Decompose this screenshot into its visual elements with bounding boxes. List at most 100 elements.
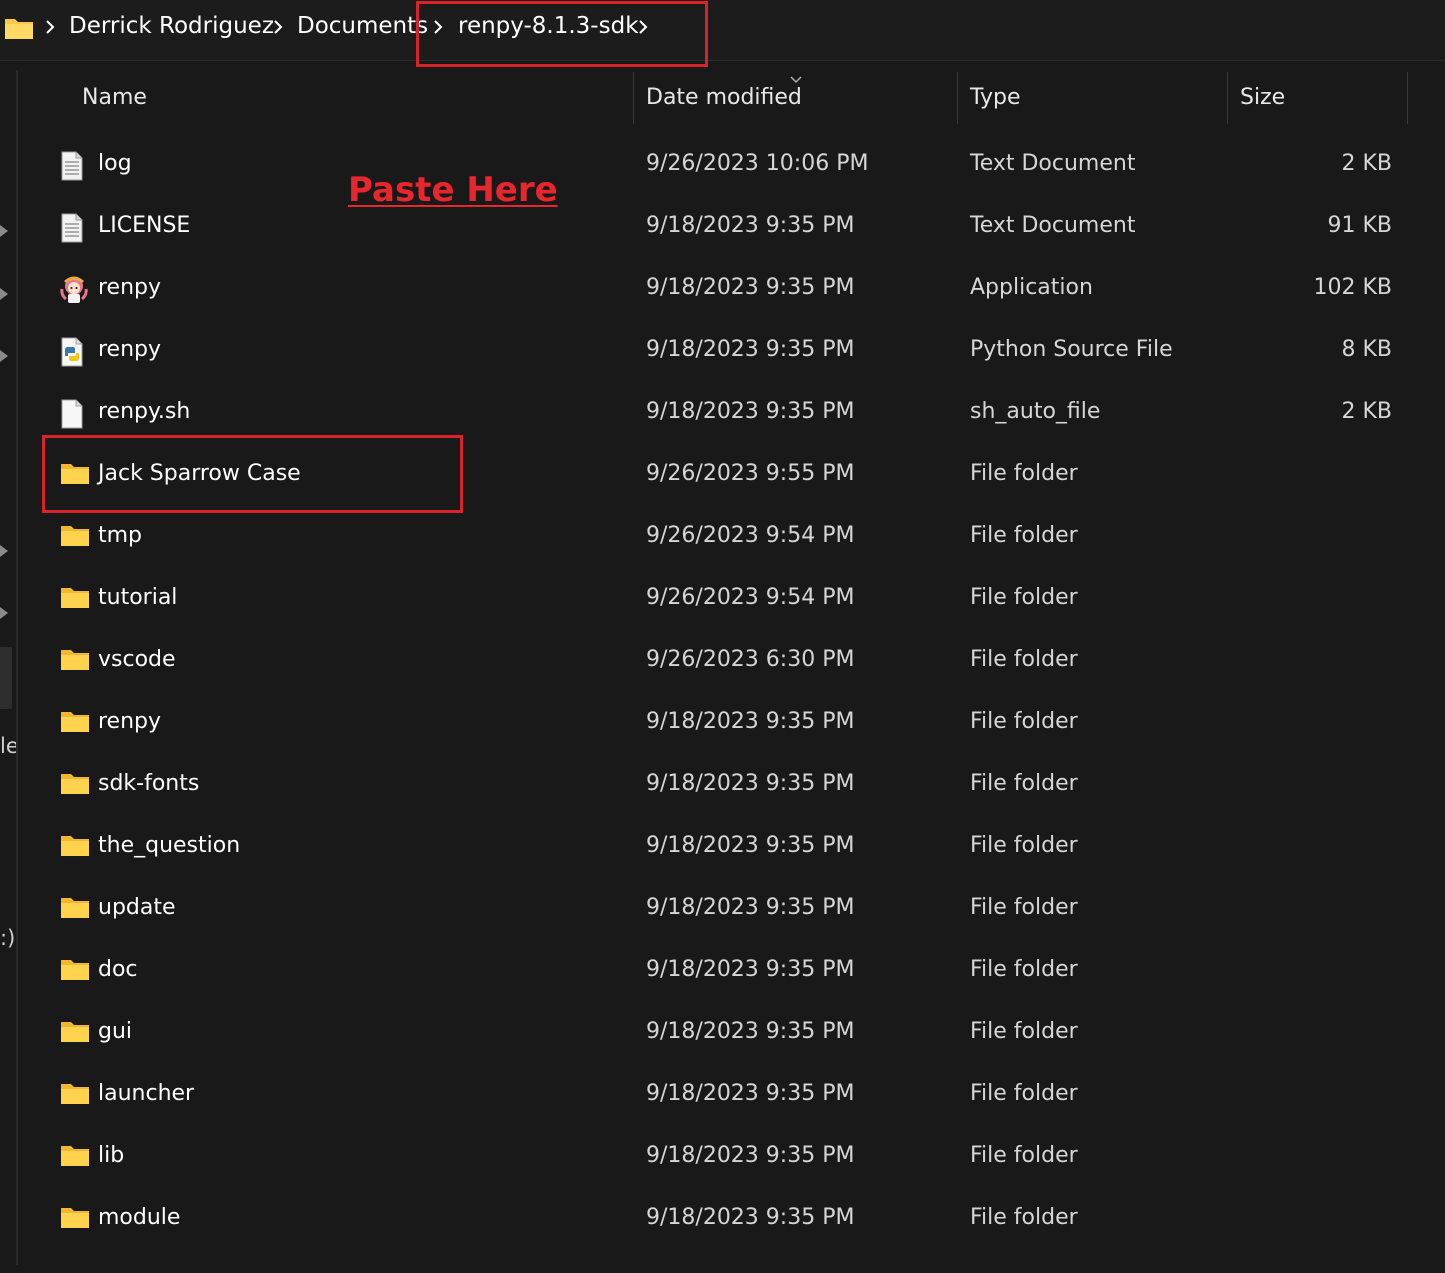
file-row[interactable]: tmp 9/26/2023 9:54 PM File folder bbox=[40, 508, 1410, 570]
file-type: Text Document bbox=[970, 213, 1136, 238]
file-row[interactable]: vscode 9/26/2023 6:30 PM File folder bbox=[40, 632, 1410, 694]
file-size: 91 KB bbox=[1327, 213, 1392, 238]
column-divider[interactable] bbox=[957, 72, 958, 124]
file-row[interactable]: gui 9/18/2023 9:35 PM File folder bbox=[40, 1004, 1410, 1066]
file-row[interactable]: renpy.sh 9/18/2023 9:35 PM sh_auto_file 2 K… bbox=[40, 384, 1410, 446]
file-date-modified: 9/18/2023 9:35 PM bbox=[646, 275, 855, 300]
chevron-right-icon[interactable] bbox=[637, 19, 649, 39]
pane-divider[interactable] bbox=[16, 70, 18, 1265]
python-file-icon bbox=[60, 337, 88, 367]
file-row[interactable]: Jack Sparrow Case 9/26/2023 9:55 PM File f… bbox=[40, 446, 1410, 508]
file-size: 8 KB bbox=[1341, 337, 1392, 362]
paste-here-annotation: Paste Here bbox=[348, 170, 558, 210]
file-size: 102 KB bbox=[1313, 275, 1392, 300]
file-row[interactable]: tutorial 9/26/2023 9:54 PM File folder bbox=[40, 570, 1410, 632]
breadcrumb-item-documents[interactable]: Documents bbox=[297, 13, 428, 39]
file-row[interactable]: the_question 9/18/2023 9:35 PM File folder bbox=[40, 818, 1410, 880]
file-date-modified: 9/18/2023 9:35 PM bbox=[646, 709, 855, 734]
file-type: File folder bbox=[970, 647, 1078, 672]
expand-arrow-icon[interactable] bbox=[0, 350, 8, 362]
file-date-modified: 9/26/2023 9:54 PM bbox=[646, 585, 855, 610]
file-date-modified: 9/18/2023 9:35 PM bbox=[646, 957, 855, 982]
chevron-right-icon[interactable] bbox=[432, 19, 444, 39]
folder-icon bbox=[60, 957, 89, 985]
file-type: File folder bbox=[970, 1205, 1078, 1230]
folder-icon bbox=[60, 647, 89, 675]
column-header-size[interactable]: Size bbox=[1240, 85, 1285, 110]
address-bar[interactable]: Derrick Rodriguez Documents renpy-8.1.3-… bbox=[0, 0, 1445, 61]
file-type: File folder bbox=[970, 1081, 1078, 1106]
navigation-pane[interactable] bbox=[0, 62, 14, 1273]
file-type: File folder bbox=[970, 1019, 1078, 1044]
folder-icon bbox=[60, 771, 89, 799]
blank-file-icon bbox=[60, 399, 88, 429]
file-name: module bbox=[98, 1205, 181, 1230]
file-name: LICENSE bbox=[98, 213, 191, 238]
folder-icon bbox=[4, 16, 34, 44]
folder-icon bbox=[60, 1143, 89, 1171]
file-date-modified: 9/18/2023 9:35 PM bbox=[646, 833, 855, 858]
navigation-selected-item[interactable] bbox=[0, 647, 12, 709]
folder-icon bbox=[60, 523, 89, 551]
file-row[interactable]: LICENSE 9/18/2023 9:35 PM Text Document 91 … bbox=[40, 198, 1410, 260]
file-type: File folder bbox=[970, 709, 1078, 734]
chevron-right-icon[interactable] bbox=[44, 19, 56, 39]
file-name: Jack Sparrow Case bbox=[98, 461, 301, 486]
column-divider[interactable] bbox=[1407, 72, 1408, 124]
file-name: doc bbox=[98, 957, 138, 982]
file-row[interactable]: doc 9/18/2023 9:35 PM File folder bbox=[40, 942, 1410, 1004]
file-name: lib bbox=[98, 1143, 125, 1168]
expand-arrow-icon[interactable] bbox=[0, 545, 8, 557]
file-row[interactable]: renpy 9/18/2023 9:35 PM Python Source File… bbox=[40, 322, 1410, 384]
expand-arrow-icon[interactable] bbox=[0, 225, 8, 237]
file-name: launcher bbox=[98, 1081, 195, 1106]
file-date-modified: 9/26/2023 9:54 PM bbox=[646, 523, 855, 548]
file-size: 2 KB bbox=[1341, 151, 1392, 176]
file-row[interactable]: update 9/18/2023 9:35 PM File folder bbox=[40, 880, 1410, 942]
file-name: sdk-fonts bbox=[98, 771, 200, 796]
expand-arrow-icon[interactable] bbox=[0, 607, 8, 619]
file-type: File folder bbox=[970, 1143, 1078, 1168]
column-header-name[interactable]: Name bbox=[82, 85, 147, 110]
file-name: tutorial bbox=[98, 585, 178, 610]
file-date-modified: 9/18/2023 9:35 PM bbox=[646, 337, 855, 362]
file-type: File folder bbox=[970, 833, 1078, 858]
folder-icon bbox=[60, 709, 89, 737]
file-name: gui bbox=[98, 1019, 133, 1044]
file-name: vscode bbox=[98, 647, 176, 672]
breadcrumb-item-user[interactable]: Derrick Rodriguez bbox=[69, 13, 274, 39]
file-row[interactable]: log 9/26/2023 10:06 PM Text Document 2 KB bbox=[40, 136, 1410, 198]
file-type: File folder bbox=[970, 461, 1078, 486]
file-type: File folder bbox=[970, 585, 1078, 610]
folder-icon bbox=[60, 1205, 89, 1233]
file-date-modified: 9/26/2023 9:55 PM bbox=[646, 461, 855, 486]
folder-icon bbox=[60, 461, 89, 489]
file-row[interactable]: renpy 9/18/2023 9:35 PM File folder bbox=[40, 694, 1410, 756]
file-row[interactable]: module 9/18/2023 9:35 PM File folder bbox=[40, 1190, 1410, 1252]
file-row[interactable]: renpy 9/18/2023 9:35 PM Application 102 KB bbox=[40, 260, 1410, 322]
file-date-modified: 9/18/2023 9:35 PM bbox=[646, 213, 855, 238]
column-divider[interactable] bbox=[633, 72, 634, 124]
file-type: sh_auto_file bbox=[970, 399, 1101, 424]
chevron-right-icon[interactable] bbox=[272, 19, 284, 39]
folder-icon bbox=[60, 1081, 89, 1109]
file-row[interactable]: lib 9/18/2023 9:35 PM File folder bbox=[40, 1128, 1410, 1190]
column-divider[interactable] bbox=[1227, 72, 1228, 124]
column-header-date-modified[interactable]: Date modified bbox=[646, 85, 802, 110]
breadcrumb-item-renpy-sdk[interactable]: renpy-8.1.3-sdk bbox=[458, 13, 639, 39]
renpy-app-icon bbox=[60, 275, 88, 303]
file-name: tmp bbox=[98, 523, 143, 548]
file-name: renpy.sh bbox=[98, 399, 191, 424]
file-name: renpy bbox=[98, 275, 162, 300]
file-type: Python Source File bbox=[970, 337, 1173, 362]
file-type: Text Document bbox=[970, 151, 1136, 176]
file-row[interactable]: sdk-fonts 9/18/2023 9:35 PM File folder bbox=[40, 756, 1410, 818]
text-document-icon bbox=[60, 151, 88, 181]
navigation-item-label[interactable]: :) bbox=[0, 926, 15, 950]
folder-icon bbox=[60, 895, 89, 923]
file-date-modified: 9/18/2023 9:35 PM bbox=[646, 895, 855, 920]
file-date-modified: 9/18/2023 9:35 PM bbox=[646, 1205, 855, 1230]
column-header-type[interactable]: Type bbox=[970, 85, 1021, 110]
expand-arrow-icon[interactable] bbox=[0, 288, 8, 300]
file-row[interactable]: launcher 9/18/2023 9:35 PM File folder bbox=[40, 1066, 1410, 1128]
